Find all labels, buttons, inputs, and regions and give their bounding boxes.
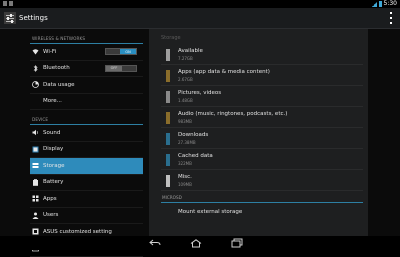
- signal-icon: [372, 2, 377, 7]
- content: WIRELESS & NETWORKS Wi-Fi ON Bluetooth O…: [0, 29, 400, 236]
- settings-list: WIRELESS & NETWORKS Wi-Fi ON Bluetooth O…: [30, 29, 143, 236]
- overflow-menu-icon[interactable]: [390, 12, 393, 24]
- clock: 5:30: [384, 0, 397, 8]
- apps-icon: [32, 195, 39, 202]
- notification-icons: [3, 1, 13, 6]
- mount-external-storage[interactable]: Mount external storage: [161, 203, 363, 221]
- storage-label: Downloads: [178, 132, 208, 138]
- storage-row-misc[interactable]: Misc. 109MB: [161, 170, 363, 191]
- sidebar-item-label: Storage: [43, 163, 65, 169]
- sound-icon: [32, 129, 39, 136]
- storage-color-swatch: [166, 49, 170, 61]
- storage-label: Available: [178, 48, 203, 54]
- storage-label: Pictures, videos: [178, 90, 221, 96]
- storage-label: Misc.: [178, 174, 192, 180]
- bluetooth-toggle[interactable]: OFF: [105, 65, 137, 72]
- status-bar: 5:30: [0, 0, 400, 8]
- storage-color-swatch: [166, 91, 170, 103]
- section-header-device: DEVICE: [30, 115, 143, 125]
- sidebar-item-users[interactable]: Users: [30, 208, 143, 225]
- toggle-state: ON: [120, 49, 136, 54]
- storage-list: Available 7.27GB Apps (app data & media …: [161, 44, 363, 221]
- sidebar-item-wifi[interactable]: Wi-Fi ON: [30, 44, 143, 61]
- storage-size: 2.67GB: [178, 77, 193, 82]
- storage-label: Apps (app data & media content): [178, 69, 270, 75]
- sidebar-item-bluetooth[interactable]: Bluetooth OFF: [30, 61, 143, 78]
- sidebar-item-display[interactable]: Display: [30, 142, 143, 159]
- storage-row-audio[interactable]: Audio (music, ringtones, podcasts, etc.)…: [161, 107, 363, 128]
- recent-apps-button[interactable]: [227, 238, 247, 248]
- storage-details: Storage Available 7.27GB Apps (app data …: [149, 29, 368, 236]
- back-button[interactable]: [148, 238, 162, 248]
- sidebar-item-data-usage[interactable]: Data usage: [30, 77, 143, 94]
- pane-title: Storage: [161, 35, 181, 41]
- notification-icon: [9, 1, 13, 6]
- asus-settings-icon: [32, 228, 39, 235]
- storage-color-swatch: [166, 112, 170, 124]
- sidebar-item-label: Data usage: [43, 82, 74, 88]
- sidebar-item-label: Apps: [43, 196, 57, 202]
- battery-icon: [32, 179, 39, 186]
- storage-row-pictures[interactable]: Pictures, videos 1.48GB: [161, 86, 363, 107]
- storage-size: 1.48GB: [178, 98, 193, 103]
- action-bar: Settings: [0, 8, 400, 29]
- sidebar-item-apps[interactable]: Apps: [30, 191, 143, 208]
- section-header-microsd: MICROSD: [161, 194, 363, 203]
- users-icon: [32, 212, 39, 219]
- home-button[interactable]: [189, 238, 203, 248]
- storage-size: 27.38MB: [178, 140, 196, 145]
- storage-color-swatch: [166, 175, 170, 187]
- display-icon: [32, 146, 39, 153]
- page-title: Settings: [19, 12, 48, 24]
- sidebar-item-label: ASUS customized setting: [43, 229, 112, 235]
- storage-label: Audio (music, ringtones, podcasts, etc.): [178, 111, 287, 117]
- storage-label: Cached data: [178, 153, 213, 159]
- settings-app-icon[interactable]: [4, 12, 16, 24]
- storage-row-apps[interactable]: Apps (app data & media content) 2.67GB: [161, 65, 363, 86]
- storage-icon: [32, 162, 39, 169]
- sidebar-item-more[interactable]: More...: [30, 94, 143, 111]
- storage-color-swatch: [166, 70, 170, 82]
- wifi-toggle[interactable]: ON: [105, 48, 137, 55]
- bluetooth-icon: [32, 65, 39, 72]
- storage-color-swatch: [166, 133, 170, 145]
- storage-row-cached[interactable]: Cached data 322MB: [161, 149, 363, 170]
- sidebar-item-label: Wi-Fi: [43, 49, 56, 55]
- storage-row-downloads[interactable]: Downloads 27.38MB: [161, 128, 363, 149]
- wifi-icon: [32, 48, 39, 55]
- storage-row-available[interactable]: Available 7.27GB: [161, 44, 363, 65]
- toggle-state: OFF: [106, 66, 122, 71]
- data-usage-icon: [32, 81, 39, 88]
- home-icon: [190, 239, 202, 248]
- sidebar-item-label: Bluetooth: [43, 65, 70, 71]
- sidebar-item-sound[interactable]: Sound: [30, 125, 143, 142]
- recent-apps-icon: [230, 238, 244, 248]
- storage-size: 983MB: [178, 119, 192, 124]
- sidebar-item-storage[interactable]: Storage: [30, 158, 143, 175]
- storage-color-swatch: [166, 154, 170, 166]
- battery-status-icon: [379, 1, 382, 7]
- more-spacer: [32, 98, 39, 105]
- storage-size: 109MB: [178, 182, 192, 187]
- sidebar-item-label: Display: [43, 146, 63, 152]
- status-right: 5:30: [372, 0, 397, 8]
- sidebar-item-label: Sound: [43, 130, 60, 136]
- sidebar-item-label: Battery: [43, 179, 63, 185]
- notification-icon: [3, 1, 7, 6]
- sidebar-item-label: Users: [43, 212, 58, 218]
- sidebar-item-label: More...: [43, 98, 62, 104]
- back-icon: [149, 239, 161, 247]
- section-header-wireless: WIRELESS & NETWORKS: [30, 34, 143, 44]
- storage-size: 7.27GB: [178, 56, 193, 61]
- navigation-bar: [0, 236, 400, 250]
- storage-size: 322MB: [178, 161, 192, 166]
- sidebar-item-battery[interactable]: Battery: [30, 175, 143, 192]
